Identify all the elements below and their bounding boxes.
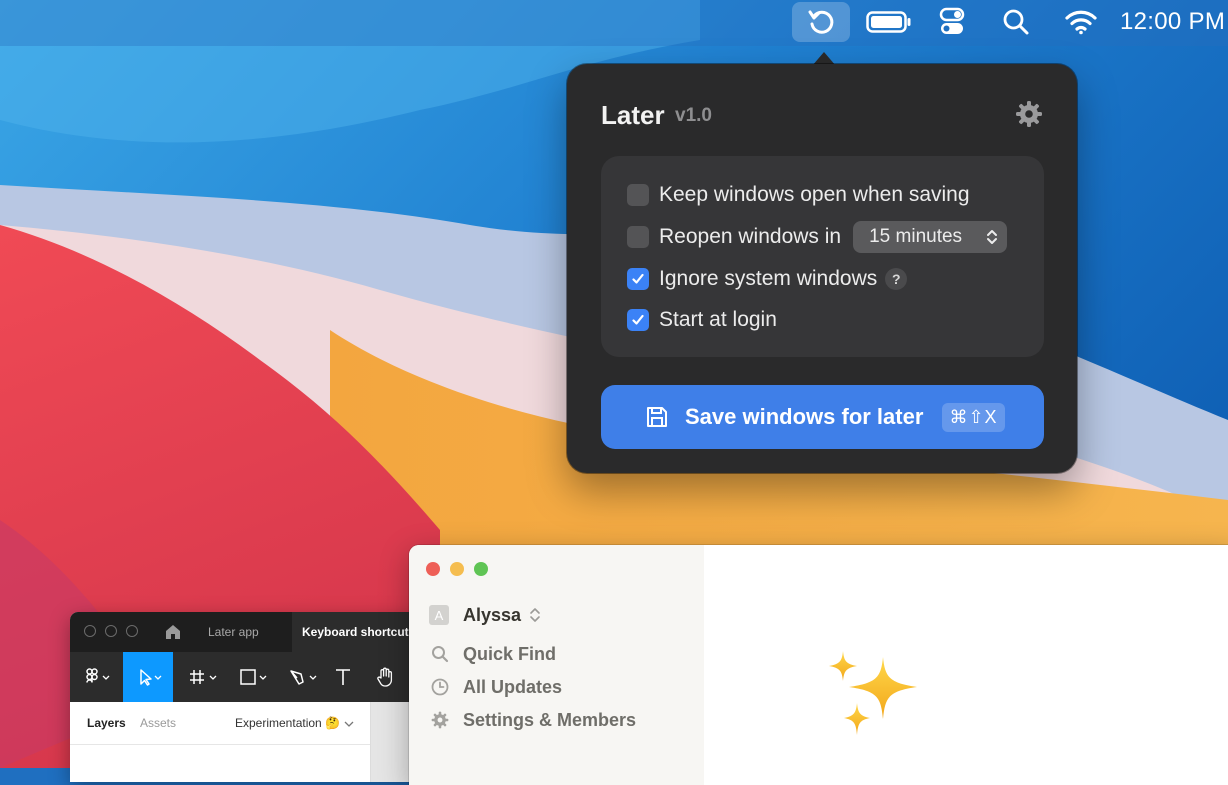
save-button-label: Save windows for later (685, 404, 924, 429)
hand-tool[interactable] (368, 652, 404, 702)
tab-keyboard-shortcuts[interactable]: Keyboard shortcuts (292, 612, 420, 652)
pen-icon (290, 670, 317, 685)
option-label: Ignore system windows (659, 267, 878, 290)
sidebar-item-quick-find[interactable]: Quick Find (431, 642, 556, 666)
option-label: Reopen windows in (659, 225, 842, 248)
option-label: Start at login (659, 308, 777, 331)
save-windows-button[interactable]: Save windows for later ⌘⇧X (601, 385, 1044, 449)
checkmark-icon (632, 273, 644, 284)
tab-later-app[interactable]: Later app (208, 612, 259, 652)
workspace-name: Alyssa (463, 604, 522, 625)
gear-icon (431, 711, 449, 729)
options-panel: Keep windows open when saving Reopen win… (601, 156, 1044, 357)
shape-tool[interactable] (228, 652, 278, 702)
frame-icon (190, 670, 217, 684)
spotlight-search[interactable] (996, 0, 1036, 44)
sidebar-item-label: All Updates (463, 676, 563, 697)
clock-icon (431, 678, 449, 696)
app-version: v1.0 (675, 105, 712, 126)
hand-icon (377, 667, 393, 687)
stepper-arrows-icon (987, 230, 998, 244)
home-icon[interactable] (164, 623, 182, 641)
minimize-window-button[interactable] (105, 625, 117, 637)
help-button[interactable]: ? (885, 268, 908, 290)
figma-toolbar (70, 652, 420, 702)
menu-bar: 12:00 PM (0, 0, 1228, 46)
reopen-interval-select[interactable]: 15 minutes (853, 221, 1008, 253)
sidebar-item-label: Settings & Members (463, 709, 637, 730)
save-icon (647, 407, 667, 427)
minimize-window-button[interactable] (450, 562, 464, 576)
notion-window[interactable]: A Alyssa Quick Find All Updates Settings… (409, 545, 1228, 785)
text-tool[interactable] (328, 652, 358, 702)
control-center[interactable] (932, 0, 972, 44)
tab-layers[interactable]: Layers (87, 716, 126, 730)
figma-window[interactable]: Later app Keyboard shortcuts Layers Asse… (70, 612, 420, 782)
search-icon (1003, 9, 1029, 35)
option-keep-windows-open[interactable]: Keep windows open when saving (627, 180, 970, 210)
workspace-switcher[interactable]: A Alyssa (429, 603, 541, 627)
wifi-icon (1065, 10, 1097, 35)
wifi-status[interactable] (1060, 0, 1102, 44)
figma-layers-panel-header: Layers Assets Experimentation 🤔 (70, 702, 370, 745)
text-icon (336, 669, 350, 685)
sparkles-icon (829, 651, 917, 735)
figma-tab-bar: Later app Keyboard shortcuts (70, 612, 420, 652)
start-at-login-checkbox[interactable] (627, 309, 649, 331)
control-center-icon (939, 7, 965, 34)
page-selector[interactable]: Experimentation 🤔 (235, 716, 340, 730)
chevron-up-down-icon (530, 608, 540, 622)
option-label: Keep windows open when saving (659, 183, 970, 206)
keep-windows-open-checkbox[interactable] (627, 184, 649, 206)
battery-status[interactable] (864, 0, 914, 44)
move-tool[interactable] (123, 652, 173, 702)
keyboard-shortcut: ⌘⇧X (942, 403, 1005, 432)
cursor-arrow-icon (140, 669, 162, 686)
figma-logo-icon (86, 668, 110, 683)
reopen-interval-value: 15 minutes (869, 226, 963, 247)
menu-bar-clock[interactable]: 12:00 PM (1120, 0, 1228, 44)
checkmark-icon (632, 314, 644, 325)
tab-assets[interactable]: Assets (140, 716, 176, 730)
rectangle-icon (240, 669, 267, 685)
figma-menu-button[interactable] (70, 652, 122, 702)
sidebar-item-label: Quick Find (463, 643, 557, 664)
ignore-system-windows-checkbox[interactable] (627, 268, 649, 290)
zoom-window-button[interactable] (126, 625, 138, 637)
reopen-windows-checkbox[interactable] (627, 226, 649, 248)
close-window-button[interactable] (84, 625, 96, 637)
option-ignore-system-windows[interactable]: Ignore system windows ? (627, 264, 908, 294)
sidebar-item-all-updates[interactable]: All Updates (431, 675, 562, 699)
frame-tool[interactable] (178, 652, 228, 702)
chevron-down-icon (344, 721, 354, 727)
later-popover: Later v1.0 Keep windows open when saving… (567, 64, 1077, 473)
zoom-window-button[interactable] (474, 562, 488, 576)
option-start-at-login[interactable]: Start at login (627, 305, 777, 335)
sidebar-item-settings-members[interactable]: Settings & Members (431, 708, 636, 732)
notion-sidebar: A Alyssa Quick Find All Updates Settings… (409, 545, 704, 785)
later-refresh-icon (808, 10, 834, 34)
battery-icon (866, 11, 911, 33)
app-title: Later (601, 100, 665, 130)
close-window-button[interactable] (426, 562, 440, 576)
search-icon (432, 646, 449, 663)
later-menu-extra[interactable] (792, 2, 850, 42)
pen-tool[interactable] (278, 652, 328, 702)
gear-icon[interactable] (1015, 100, 1043, 128)
avatar: A (429, 605, 449, 625)
option-reopen-windows[interactable]: Reopen windows in 15 minutes (627, 221, 1008, 253)
